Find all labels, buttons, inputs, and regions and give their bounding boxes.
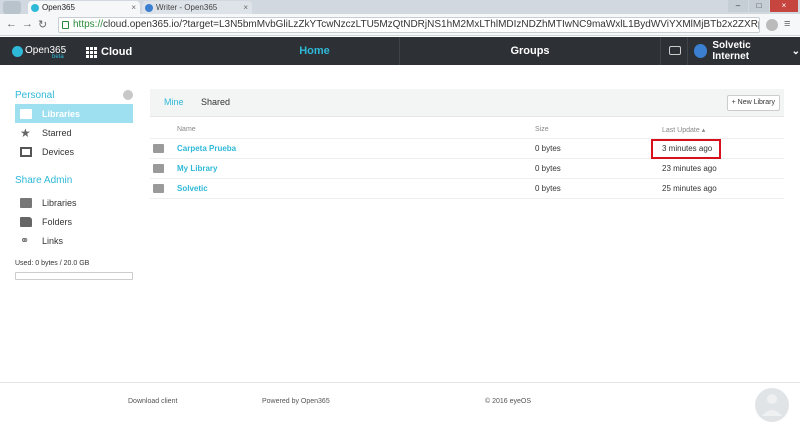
library-icon: [20, 108, 32, 119]
highlight-annotation: [651, 139, 721, 159]
personal-heading: Personal: [15, 90, 55, 101]
url-path: cloud.open365.io/?target=L3N5bmMvbGliLzZ…: [103, 19, 760, 30]
library-icon: [153, 164, 164, 173]
window-controls: – □ ×: [728, 0, 798, 12]
url-input[interactable]: https://cloud.open365.io/?target=L3N5bmM…: [58, 17, 760, 33]
chat-button[interactable]: [660, 37, 688, 65]
sidebar-item-folders[interactable]: Folders: [15, 212, 133, 231]
library-name[interactable]: My Library: [177, 164, 217, 173]
table-row[interactable]: Solvetic 0 bytes 25 minutes ago: [150, 179, 784, 199]
folder-icon: [20, 216, 32, 227]
sidebar-item-share-libraries[interactable]: Libraries: [15, 193, 133, 212]
writer-favicon-icon: [145, 4, 153, 12]
watermark-logo: [755, 388, 789, 422]
user-name: Solvetic Internet: [712, 40, 751, 62]
sidebar-item-label: Links: [42, 235, 64, 246]
library-name[interactable]: Solvetic: [177, 184, 208, 193]
nav-groups[interactable]: Groups: [420, 37, 640, 65]
reload-icon[interactable]: ↻: [38, 18, 47, 31]
library-size: 0 bytes: [535, 144, 561, 153]
library-icon: [153, 144, 164, 153]
column-last-update-label: Last Update: [662, 127, 700, 134]
forward-arrow-icon[interactable]: →: [22, 18, 33, 30]
monitor-icon: [20, 146, 32, 157]
apps-label: Cloud: [101, 46, 133, 58]
maximize-button[interactable]: □: [749, 0, 769, 12]
cloud-avatar-icon: [694, 44, 708, 58]
storage-usage-bar: [15, 272, 133, 280]
back-arrow-icon[interactable]: ←: [6, 18, 17, 30]
library-name[interactable]: Carpeta Prueba: [177, 144, 236, 153]
grid-icon: [86, 46, 97, 58]
close-tab-icon[interactable]: ×: [243, 1, 248, 14]
user-menu[interactable]: Solvetic Internet ⌄: [694, 37, 800, 65]
library-updated: 25 minutes ago: [662, 184, 717, 193]
app-header: Open365 beta Cloud Home Groups Solvetic …: [0, 37, 800, 65]
new-library-button[interactable]: + New Library: [726, 95, 780, 111]
sidebar-item-label: Starred: [42, 127, 72, 138]
powered-by-text: Powered by Open365: [262, 398, 330, 405]
sidebar: Personal Libraries ★ Starred Devices Sha…: [15, 88, 133, 280]
tab-mine[interactable]: Mine: [164, 89, 184, 117]
sidebar-item-libraries[interactable]: Libraries: [15, 104, 133, 123]
column-last-update[interactable]: Last Update ▴: [662, 126, 705, 134]
user-profile-icon[interactable]: [3, 1, 21, 14]
extension-icon[interactable]: [766, 19, 778, 31]
footer: Download client Powered by Open365 © 201…: [0, 382, 800, 428]
table-row[interactable]: My Library 0 bytes 23 minutes ago: [150, 159, 784, 179]
sort-up-icon: ▴: [701, 127, 706, 134]
logo-beta: beta: [52, 54, 64, 60]
plus-icon: +: [731, 99, 736, 106]
sidebar-item-links[interactable]: ⚭ Links: [15, 231, 133, 250]
browser-tab-writer[interactable]: Writer - Open365 ×: [142, 1, 252, 14]
storage-used-label: Used: 0 bytes / 20.0 GB: [15, 260, 90, 267]
personal-section: Personal: [15, 88, 133, 104]
column-name[interactable]: Name: [177, 126, 196, 133]
lock-icon: [62, 21, 69, 29]
sidebar-item-label: Folders: [42, 216, 73, 227]
close-window-button[interactable]: ×: [770, 0, 798, 12]
open365-favicon-icon: [31, 4, 39, 12]
url-scheme: https://: [73, 19, 104, 30]
apps-menu-button[interactable]: Cloud: [86, 45, 132, 59]
browser-tab-label: Writer - Open365: [156, 3, 218, 12]
sidebar-item-devices[interactable]: Devices: [15, 142, 133, 161]
chat-icon: [669, 46, 681, 55]
library-icon: [20, 197, 32, 208]
library-updated: 23 minutes ago: [662, 164, 717, 173]
logo-mark-icon: [12, 46, 23, 57]
share-admin-heading: Share Admin: [15, 175, 73, 186]
open365-logo[interactable]: Open365 beta: [12, 45, 76, 60]
address-bar: ← → ↻ https://cloud.open365.io/?target=L…: [0, 14, 800, 36]
close-tab-icon[interactable]: ×: [131, 1, 136, 14]
nav-home[interactable]: Home: [230, 37, 400, 65]
copyright-text: © 2016 eyeOS: [485, 398, 532, 405]
menu-icon[interactable]: ≡: [784, 18, 790, 30]
gear-icon[interactable]: [123, 90, 133, 100]
table-header: Name Size Last Update ▴: [150, 117, 784, 139]
chevron-down-icon: ⌄: [791, 45, 800, 57]
sidebar-item-starred[interactable]: ★ Starred: [15, 123, 133, 142]
star-icon: ★: [20, 125, 31, 140]
browser-tab-open365[interactable]: Open365 ×: [28, 1, 140, 14]
library-size: 0 bytes: [535, 164, 561, 173]
library-icon: [153, 184, 164, 193]
tab-shared[interactable]: Shared: [201, 89, 230, 117]
new-library-label: New Library: [737, 99, 775, 106]
download-client-link[interactable]: Download client: [128, 398, 177, 405]
sidebar-item-label: Devices: [42, 146, 75, 157]
link-icon: ⚭: [20, 234, 30, 247]
sidebar-item-label: Libraries: [42, 108, 81, 119]
browser-tab-bar: Open365 × Writer - Open365 × – □ ×: [0, 0, 800, 14]
minimize-button[interactable]: –: [728, 0, 748, 12]
library-size: 0 bytes: [535, 184, 561, 193]
browser-tab-label: Open365: [42, 3, 75, 12]
column-size[interactable]: Size: [535, 126, 549, 133]
library-tabs: Mine Shared + New Library: [150, 89, 784, 117]
sidebar-item-label: Libraries: [42, 197, 77, 208]
